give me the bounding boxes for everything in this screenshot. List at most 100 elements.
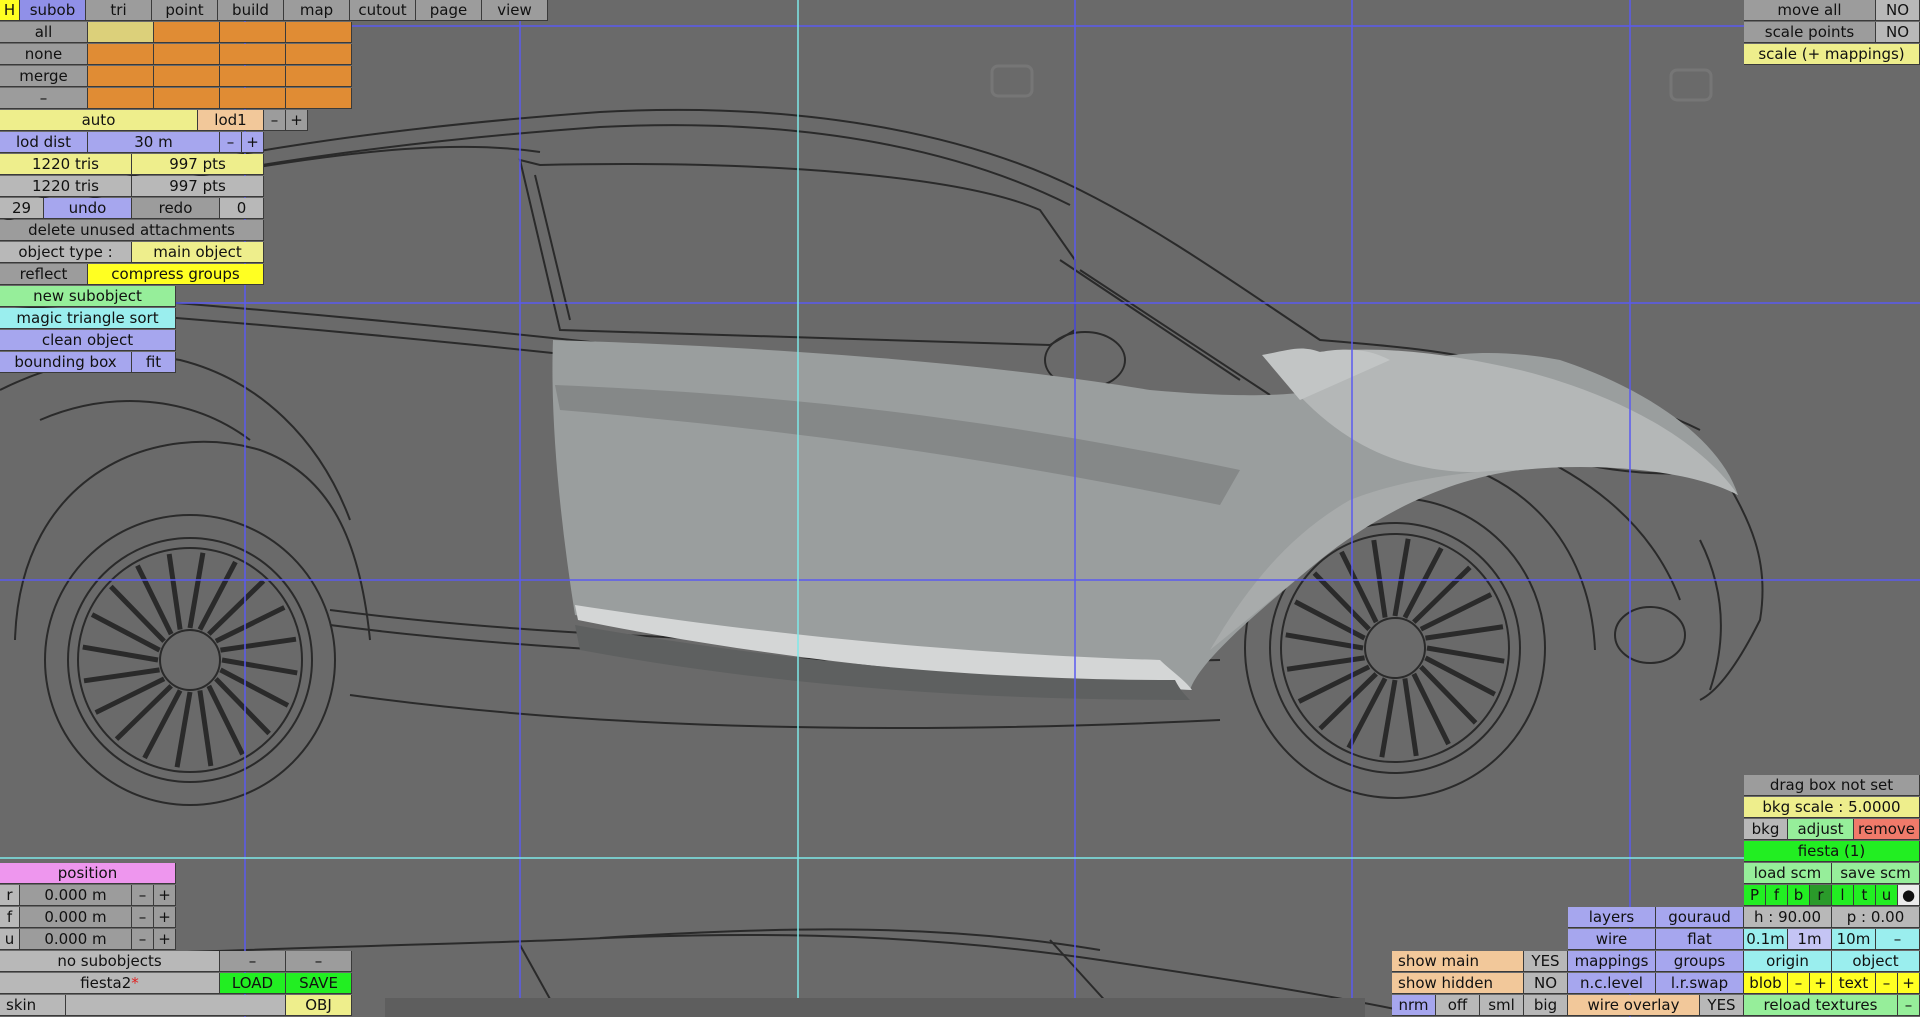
step-10m-button[interactable]: 10m <box>1832 929 1876 950</box>
undo-button[interactable]: undo <box>44 198 132 219</box>
lod-level-plus-button[interactable]: + <box>286 110 308 131</box>
view-right-button[interactable]: r <box>1810 885 1832 906</box>
viewport[interactable] <box>0 0 1920 1017</box>
bkg-button[interactable]: bkg <box>1744 819 1788 840</box>
subob-slot[interactable] <box>286 66 352 87</box>
heading-value[interactable]: h : 90.00 <box>1744 907 1832 928</box>
scale-points-toggle[interactable]: NO <box>1876 22 1920 43</box>
reflect-button[interactable]: reflect <box>0 264 88 285</box>
background-name[interactable]: fiesta (1) <box>1744 841 1920 862</box>
tab-cutout[interactable]: cutout <box>350 0 416 21</box>
wire-button[interactable]: wire <box>1568 929 1656 950</box>
position-r-value[interactable]: 0.000 m <box>20 885 132 906</box>
lod-auto-button[interactable]: auto <box>0 110 198 131</box>
show-hidden-toggle[interactable]: NO <box>1524 973 1568 994</box>
normals-button[interactable]: nrm <box>1392 995 1436 1016</box>
blob-minus-button[interactable]: – <box>1788 973 1810 994</box>
subobject-next-button[interactable]: – <box>286 951 352 972</box>
compress-groups-button[interactable]: compress groups <box>88 264 264 285</box>
save-scm-button[interactable]: save scm <box>1832 863 1920 884</box>
tab-view[interactable]: view <box>482 0 548 21</box>
reload-textures-button[interactable]: reload textures <box>1744 995 1898 1016</box>
file-name[interactable]: fiesta2* <box>0 973 220 994</box>
position-u-plus-button[interactable]: + <box>154 929 176 950</box>
subob-slot[interactable] <box>154 22 220 43</box>
delete-unused-attachments-button[interactable]: delete unused attachments <box>0 220 264 241</box>
normals-small-button[interactable]: sml <box>1480 995 1524 1016</box>
obj-export-button[interactable]: OBJ <box>286 995 352 1016</box>
view-perspective-button[interactable]: P <box>1744 885 1766 906</box>
lod-dist-plus-button[interactable]: + <box>242 132 264 153</box>
subob-slot[interactable] <box>220 66 286 87</box>
position-f-value[interactable]: 0.000 m <box>20 907 132 928</box>
lod-level[interactable]: lod1 <box>198 110 264 131</box>
view-back-button[interactable]: b <box>1788 885 1810 906</box>
subob-slot[interactable] <box>154 44 220 65</box>
position-f-plus-button[interactable]: + <box>154 907 176 928</box>
subob-slot[interactable] <box>154 66 220 87</box>
position-u-value[interactable]: 0.000 m <box>20 929 132 950</box>
normals-off-button[interactable]: off <box>1436 995 1480 1016</box>
select-none-button[interactable]: none <box>0 44 88 65</box>
save-button[interactable]: SAVE <box>286 973 352 994</box>
subob-slot[interactable] <box>286 44 352 65</box>
subob-slot[interactable] <box>88 22 154 43</box>
step-minus-button[interactable]: – <box>1876 929 1920 950</box>
magic-triangle-sort-button[interactable]: magic triangle sort <box>0 308 176 329</box>
clean-object-button[interactable]: clean object <box>0 330 176 351</box>
view-dot-button[interactable]: ● <box>1898 885 1920 906</box>
lod-dist-value[interactable]: 30 m <box>88 132 220 153</box>
normals-big-button[interactable]: big <box>1524 995 1568 1016</box>
skin-field[interactable] <box>66 995 286 1016</box>
groups-button[interactable]: groups <box>1656 951 1744 972</box>
new-subobject-button[interactable]: new subobject <box>0 286 176 307</box>
lod-dist-minus-button[interactable]: – <box>220 132 242 153</box>
view-front-button[interactable]: f <box>1766 885 1788 906</box>
position-u-minus-button[interactable]: – <box>132 929 154 950</box>
l-r-swap-button[interactable]: l.r.swap <box>1656 973 1744 994</box>
subob-slot[interactable] <box>88 66 154 87</box>
flat-button[interactable]: flat <box>1656 929 1744 950</box>
show-main-toggle[interactable]: YES <box>1524 951 1568 972</box>
object-type-value[interactable]: main object <box>132 242 264 263</box>
mappings-button[interactable]: mappings <box>1568 951 1656 972</box>
pitch-value[interactable]: p : 0.00 <box>1832 907 1920 928</box>
subobject-prev-button[interactable]: – <box>220 951 286 972</box>
bkg-scale[interactable]: bkg scale : 5.0000 <box>1744 797 1920 818</box>
tab-page[interactable]: page <box>416 0 482 21</box>
position-r-plus-button[interactable]: + <box>154 885 176 906</box>
scale-mappings-button[interactable]: scale (+ mappings) <box>1744 44 1920 65</box>
subob-slot[interactable] <box>154 88 220 109</box>
subob-slot[interactable] <box>88 44 154 65</box>
bounding-box-fit-button[interactable]: fit <box>132 352 176 373</box>
position-r-minus-button[interactable]: – <box>132 885 154 906</box>
subob-slot[interactable] <box>220 22 286 43</box>
step-0-1m-button[interactable]: 0.1m <box>1744 929 1788 950</box>
bkg-remove-button[interactable]: remove <box>1854 819 1920 840</box>
step-1m-button[interactable]: 1m <box>1788 929 1832 950</box>
view-top-button[interactable]: t <box>1854 885 1876 906</box>
subob-slot[interactable] <box>286 22 352 43</box>
bkg-adjust-button[interactable]: adjust <box>1788 819 1854 840</box>
move-all-toggle[interactable]: NO <box>1876 0 1920 21</box>
tab-subob[interactable]: subob <box>20 0 86 21</box>
text-minus-button[interactable]: – <box>1876 973 1898 994</box>
load-scm-button[interactable]: load scm <box>1744 863 1832 884</box>
bounding-box-button[interactable]: bounding box <box>0 352 132 373</box>
tab-point[interactable]: point <box>152 0 218 21</box>
view-left-button[interactable]: l <box>1832 885 1854 906</box>
tab-build[interactable]: build <box>218 0 284 21</box>
n-c-level-button[interactable]: n.c.level <box>1568 973 1656 994</box>
subob-minus-button[interactable]: – <box>0 88 88 109</box>
object-button[interactable]: object <box>1832 951 1920 972</box>
view-under-button[interactable]: u <box>1876 885 1898 906</box>
subob-slot[interactable] <box>220 88 286 109</box>
redo-button[interactable]: redo <box>132 198 220 219</box>
reload-textures-minus-button[interactable]: – <box>1898 995 1920 1016</box>
subob-slot[interactable] <box>286 88 352 109</box>
gouraud-button[interactable]: gouraud <box>1656 907 1744 928</box>
layers-button[interactable]: layers <box>1568 907 1656 928</box>
subob-slot[interactable] <box>220 44 286 65</box>
position-f-minus-button[interactable]: – <box>132 907 154 928</box>
blob-plus-button[interactable]: + <box>1810 973 1832 994</box>
